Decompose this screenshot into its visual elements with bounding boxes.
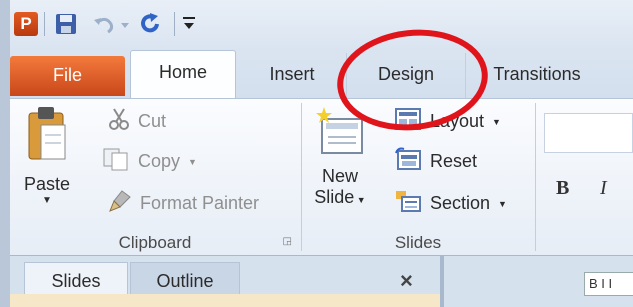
copy-button[interactable]: Copy ▼ (102, 147, 197, 176)
ribbon-tabs: File Home Insert Design Transitions (10, 46, 633, 98)
paste-label: Paste (23, 174, 71, 194)
tab-insert[interactable]: Insert (248, 53, 336, 98)
undo-dropdown-icon[interactable] (120, 17, 130, 35)
format-painter-icon (108, 189, 132, 218)
dialog-launcher-icon[interactable]: ◲ (283, 236, 292, 247)
reset-label: Reset (430, 151, 478, 171)
tab-file[interactable]: File (10, 56, 125, 96)
clipboard-group-label: Clipboard (118, 233, 192, 252)
clipboard-group: Paste ▼ Cut Copy ▼ Format Painter Clipbo… (10, 99, 300, 257)
powerpoint-icon[interactable]: P (14, 12, 38, 36)
horizontal-ruler: B I I (584, 272, 633, 296)
copy-icon (102, 147, 130, 176)
cut-icon (108, 107, 130, 136)
new-slide-label-row: Slide ▼ (308, 187, 372, 211)
section-icon (394, 189, 422, 218)
powerpoint-window: P File Home Insert Design Transitions Pa… (10, 0, 633, 307)
section-button[interactable]: Section ▼ (394, 189, 507, 218)
chevron-down-icon[interactable]: ▼ (354, 195, 366, 205)
cut-button[interactable]: Cut (108, 107, 166, 136)
copy-label: Copy (138, 151, 181, 171)
format-painter-button[interactable]: Format Painter (108, 189, 259, 218)
section-label: Section (430, 193, 491, 213)
chevron-down-icon[interactable]: ▼ (492, 117, 501, 127)
customize-icon[interactable] (182, 14, 196, 39)
reset-icon (394, 147, 422, 176)
paste-icon (25, 103, 69, 170)
paste-button[interactable]: Paste ▼ (18, 103, 76, 207)
toolbar-divider (44, 12, 45, 36)
chevron-down-icon[interactable]: ▼ (188, 157, 197, 167)
font-group: B I (536, 99, 633, 257)
new-slide-label-2: Slide (314, 187, 355, 207)
tab-transitions[interactable]: Transitions (472, 53, 602, 98)
undo-icon[interactable] (92, 12, 116, 41)
chevron-down-icon[interactable]: ▼ (498, 199, 507, 209)
slide-thumbnail-strip (10, 294, 440, 307)
reset-button[interactable]: Reset (394, 147, 477, 176)
chevron-down-icon[interactable]: ▼ (18, 195, 76, 207)
toolbar-divider (174, 12, 175, 36)
slides-group-label: Slides (394, 233, 442, 252)
tab-home[interactable]: Home (130, 50, 236, 98)
redo-icon[interactable] (138, 12, 164, 41)
quick-access-toolbar: P (10, 0, 633, 46)
ribbon: Paste ▼ Cut Copy ▼ Format Painter Clipbo… (10, 98, 633, 256)
cut-label: Cut (138, 111, 167, 131)
italic-button[interactable]: I (600, 177, 607, 200)
close-icon[interactable]: × (400, 268, 413, 294)
new-slide-label-1: New (321, 166, 358, 186)
save-icon[interactable] (54, 12, 78, 41)
pane-divider[interactable] (440, 256, 444, 307)
bold-button[interactable]: B (556, 177, 569, 200)
format-painter-label: Format Painter (140, 193, 260, 213)
font-name-combo[interactable] (544, 113, 633, 153)
